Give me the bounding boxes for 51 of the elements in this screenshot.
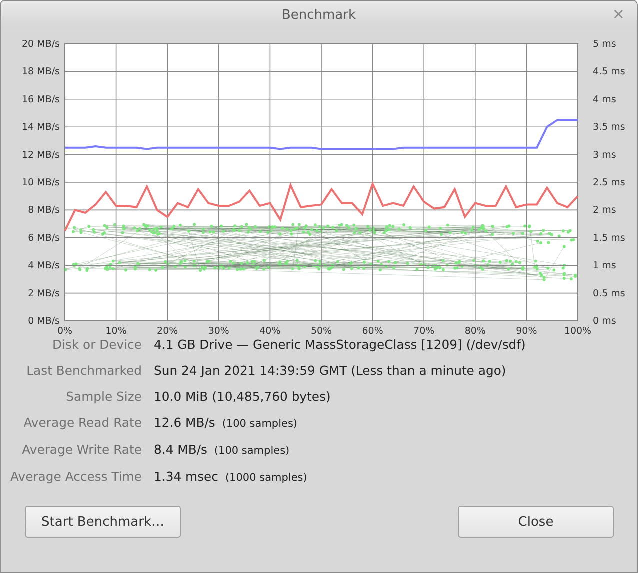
x-axis-label: 40% xyxy=(260,326,281,337)
field-value: 10.0 MiB (10,485,760 bytes) xyxy=(154,389,331,404)
field-note: (1000 samples) xyxy=(225,472,308,484)
field-label: Last Benchmarked xyxy=(26,362,142,380)
x-axis-label: 30% xyxy=(208,326,230,337)
field-value: 4.1 GB Drive — Generic MassStorageClass [1209] (/dev/sdf) xyxy=(154,337,526,352)
y-axis-label: 2.5 ms xyxy=(593,178,626,188)
field-value: 12.6 MB/s xyxy=(154,415,216,430)
field-note: (100 samples) xyxy=(214,445,290,457)
y-axis-label: 4 MB/s xyxy=(28,260,60,272)
y-axis-label: 5 ms xyxy=(593,39,616,50)
y-axis-label: 8 MB/s xyxy=(28,205,60,216)
field-value: Sun 24 Jan 2021 14:39:59 GMT (Less than a minute ago) xyxy=(154,363,506,378)
dialog-button[interactable]: Start Benchmark… xyxy=(25,506,181,538)
y-axis-label: 3.5 ms xyxy=(593,122,626,134)
field-label: Average Access Time xyxy=(10,468,142,486)
y-axis-label: 1.5 ms xyxy=(593,232,626,244)
y-axis-label: 10 MB/s xyxy=(22,178,60,188)
field-value: 8.4 MB/s xyxy=(154,442,208,457)
y-axis-label: 14 MB/s xyxy=(22,122,60,134)
x-axis-label: 60% xyxy=(362,326,384,337)
x-axis-label: 20% xyxy=(157,326,178,337)
y-axis-label: 12 MB/s xyxy=(22,150,60,161)
field-label: Average Write Rate xyxy=(21,441,142,459)
field-note: (100 samples) xyxy=(222,418,298,430)
x-axis-label: 10% xyxy=(106,326,127,337)
y-axis-label: 6 MB/s xyxy=(28,232,60,244)
y-axis-label: 3 ms xyxy=(593,150,616,161)
y-axis-label: 0 MB/s xyxy=(28,316,60,327)
field-label: Sample Size xyxy=(65,388,142,406)
x-axis-label: 70% xyxy=(414,326,435,337)
y-axis-label: 4 ms xyxy=(593,94,616,106)
x-axis-label: 90% xyxy=(516,326,538,337)
x-axis-label: 0% xyxy=(57,326,73,337)
dialog-button[interactable]: Close xyxy=(458,506,614,538)
x-axis-label: 80% xyxy=(464,326,486,337)
field-label: Average Read Rate xyxy=(22,414,142,432)
y-axis-label: 4.5 ms xyxy=(593,66,626,78)
field-value: 1.34 msec xyxy=(154,469,218,484)
y-axis-label: 20 MB/s xyxy=(22,39,60,50)
y-axis-label: 2 MB/s xyxy=(28,288,60,300)
window-title: Benchmark xyxy=(282,8,356,22)
y-axis-label: 1 ms xyxy=(593,260,616,272)
y-axis-label: 0.5 ms xyxy=(593,288,626,300)
y-axis-label: 18 MB/s xyxy=(22,66,60,78)
field-label: Disk or Device xyxy=(51,336,142,354)
x-axis-label: 50% xyxy=(310,326,332,337)
x-axis-label: 100% xyxy=(564,326,592,337)
y-axis-label: 16 MB/s xyxy=(22,94,60,106)
y-axis-label: 0 ms xyxy=(593,316,616,327)
y-axis-label: 2 ms xyxy=(593,205,616,216)
